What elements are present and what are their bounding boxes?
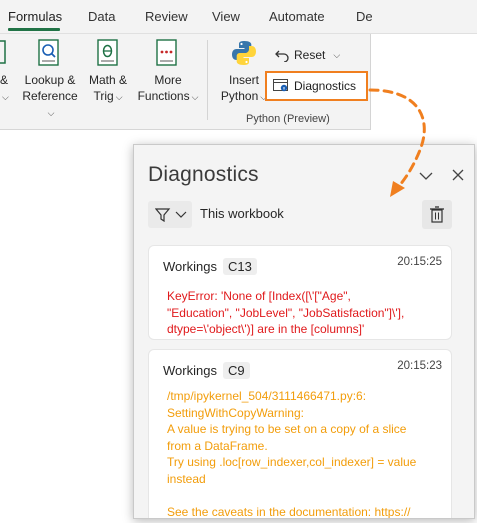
entry-source: Workings [163, 363, 217, 378]
math-trig-icon [97, 39, 119, 72]
diagnostic-entry[interactable]: Workings C13 20:15:25 KeyError: 'None of… [148, 245, 452, 340]
chevron-down-icon: ⌵ [191, 92, 199, 102]
entry-warning-message: /tmp/ipykernel_504/3111466471.py:6: Sett… [167, 389, 417, 519]
math-trig-button[interactable]: Math & Trig ⌵ [84, 72, 132, 105]
entry-timestamp: 20:15:25 [397, 256, 442, 268]
python-group-label: Python (Preview) [246, 113, 330, 125]
entry-header: Workings C9 [163, 362, 250, 379]
partial-function-button[interactable]: & ⌵ [0, 72, 14, 105]
partial-function-icon [0, 40, 8, 71]
diagnostics-pane: Diagnostics This workbook Workings C13 2… [133, 144, 475, 519]
diagnostics-icon [273, 79, 288, 92]
tab-review[interactable]: Review [145, 9, 188, 24]
ribbon-tab-bar: Formulas Data Review View Automate De [0, 0, 477, 34]
tab-view[interactable]: View [212, 9, 240, 24]
diagnostic-entry[interactable]: Workings C9 20:15:23 /tmp/ipykernel_504/… [148, 349, 452, 519]
close-icon[interactable] [450, 167, 466, 183]
entry-cell-ref[interactable]: C9 [222, 362, 250, 379]
active-tab-indicator [8, 28, 60, 31]
lookup-line1: Lookup & [24, 73, 76, 87]
pane-options-chevron-icon[interactable] [417, 169, 435, 183]
tab-developer[interactable]: De [356, 9, 373, 24]
chevron-down-icon: ⌵ [333, 50, 341, 60]
excel-window: Formulas Data Review View Automate De & ⌵… [0, 0, 477, 523]
reset-label: Reset [294, 48, 326, 62]
tab-automate[interactable]: Automate [269, 9, 325, 24]
filter-row: This workbook [134, 199, 474, 231]
math-line2: Trig [93, 89, 114, 103]
entry-cell-ref[interactable]: C13 [222, 258, 257, 275]
entry-error-message: KeyError: 'None of [Index([\'["Age", "Ed… [167, 289, 405, 336]
tab-data[interactable]: Data [88, 9, 115, 24]
tab-formulas[interactable]: Formulas [8, 9, 62, 24]
ribbon-overflow [371, 34, 477, 130]
insert-python-line1: Insert [228, 73, 259, 87]
filter-scope-label: This workbook [200, 206, 284, 221]
chevron-down-icon: ⌵ [47, 108, 55, 118]
insert-python-line2: Python [220, 89, 259, 103]
filter-dropdown[interactable] [148, 201, 192, 228]
filter-icon [155, 207, 171, 222]
diagnostics-button[interactable]: Diagnostics [265, 71, 368, 101]
chevron-down-icon [175, 211, 187, 218]
lookup-reference-icon [38, 39, 60, 72]
more-line1: More [154, 73, 182, 87]
clear-diagnostics-button[interactable] [422, 200, 452, 229]
python-logo-icon [230, 39, 258, 72]
math-line1: Math & [88, 73, 127, 87]
lookup-line2: Reference [22, 89, 78, 103]
ribbon-group-divider [207, 40, 208, 120]
more-functions-button[interactable]: More Functions ⌵ [134, 72, 202, 105]
more-functions-icon [156, 39, 178, 72]
ribbon-edge [370, 34, 371, 130]
chevron-down-icon: ⌵ [115, 92, 123, 102]
lookup-reference-button[interactable]: Lookup & Reference ⌵ [18, 72, 82, 121]
trash-icon [430, 206, 444, 223]
diagnostics-label: Diagnostics [294, 79, 357, 93]
entry-timestamp: 20:15:23 [397, 360, 442, 372]
chevron-down-icon: ⌵ [2, 92, 9, 102]
reset-button[interactable]: Reset ⌵ [274, 46, 340, 64]
insert-python-button[interactable]: Insert Python ⌵ [216, 72, 272, 105]
more-line2: Functions [137, 89, 190, 103]
pane-title: Diagnostics [148, 163, 259, 186]
partial-function-label: & [0, 73, 9, 87]
reset-icon [275, 50, 289, 62]
entry-source: Workings [163, 259, 217, 274]
entry-header: Workings C13 [163, 258, 257, 275]
